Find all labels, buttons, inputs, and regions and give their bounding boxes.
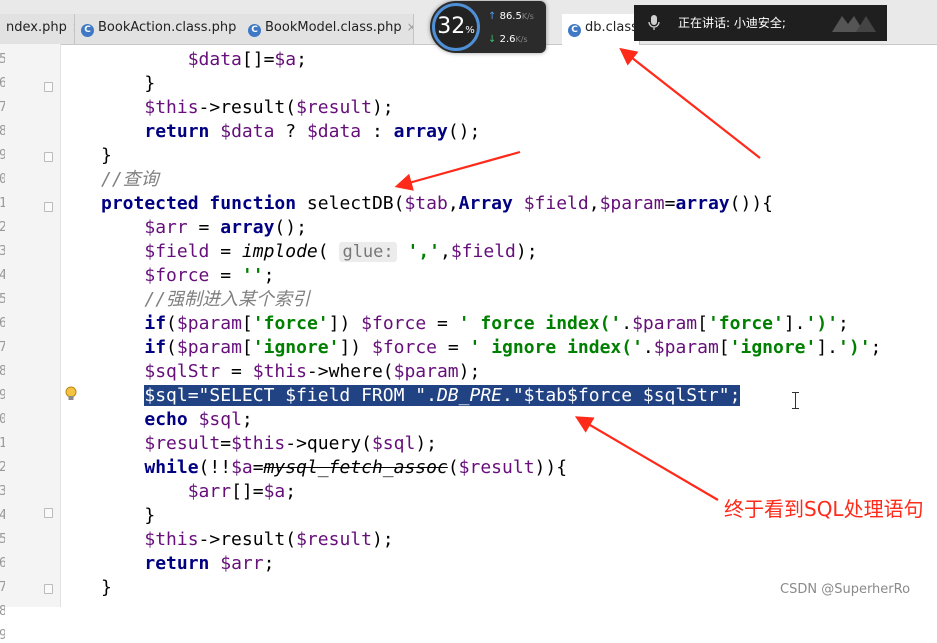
arrow-to-db-tab	[619, 47, 761, 159]
line-number: 9	[0, 628, 5, 643]
watermark: CSDN @SuperherRo	[780, 582, 911, 597]
arrow-to-selectdb	[394, 150, 521, 191]
annotation-text: 终于看到SQL处理语句	[724, 497, 924, 521]
arrow-to-sql-line	[574, 416, 719, 501]
